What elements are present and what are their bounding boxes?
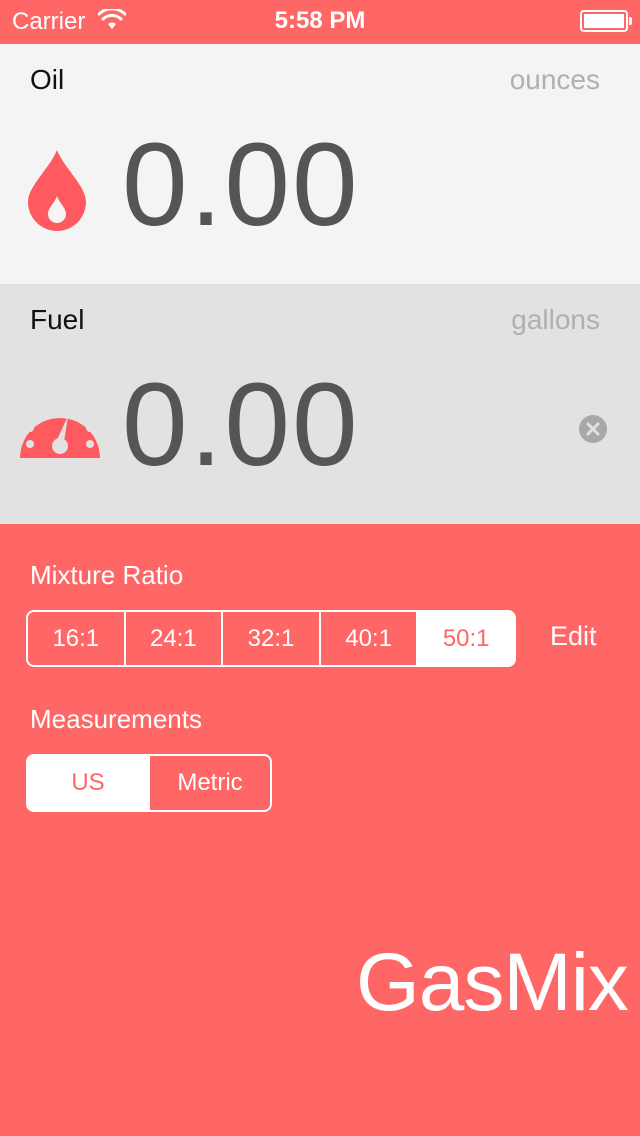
status-bar: Carrier 5:58 PM: [0, 0, 640, 44]
oil-unit[interactable]: ounces: [510, 64, 600, 96]
fuel-unit[interactable]: gallons: [511, 304, 600, 336]
measurements-control[interactable]: US Metric: [26, 754, 272, 812]
clear-icon[interactable]: [578, 414, 608, 444]
ratio-option-selected[interactable]: 50:1: [418, 612, 514, 665]
oil-panel[interactable]: Oil ounces 0.00: [0, 44, 640, 284]
ratio-option[interactable]: 24:1: [126, 612, 224, 665]
mixture-ratio-control[interactable]: 16:1 24:1 32:1 40:1 50:1: [26, 610, 516, 667]
ratio-option[interactable]: 16:1: [28, 612, 126, 665]
edit-button[interactable]: Edit: [550, 621, 597, 652]
units-option[interactable]: Metric: [150, 756, 270, 810]
gauge-icon: [20, 404, 100, 458]
drop-icon: [28, 150, 86, 231]
mixture-ratio-title: Mixture Ratio: [30, 560, 184, 590]
fuel-label: Fuel: [30, 304, 85, 335]
ratio-option[interactable]: 32:1: [223, 612, 321, 665]
ratio-option[interactable]: 40:1: [321, 612, 419, 665]
units-option-selected[interactable]: US: [28, 756, 150, 810]
battery-icon: [580, 10, 632, 32]
fuel-panel[interactable]: Fuel gallons 0.00: [0, 284, 640, 524]
app-logo: GasMix: [356, 937, 629, 1028]
oil-value[interactable]: 0.00: [122, 126, 360, 244]
oil-label: Oil: [30, 64, 65, 95]
clock: 5:58 PM: [274, 7, 366, 34]
measurements-title: Measurements: [30, 704, 202, 734]
fuel-value[interactable]: 0.00: [122, 366, 360, 484]
